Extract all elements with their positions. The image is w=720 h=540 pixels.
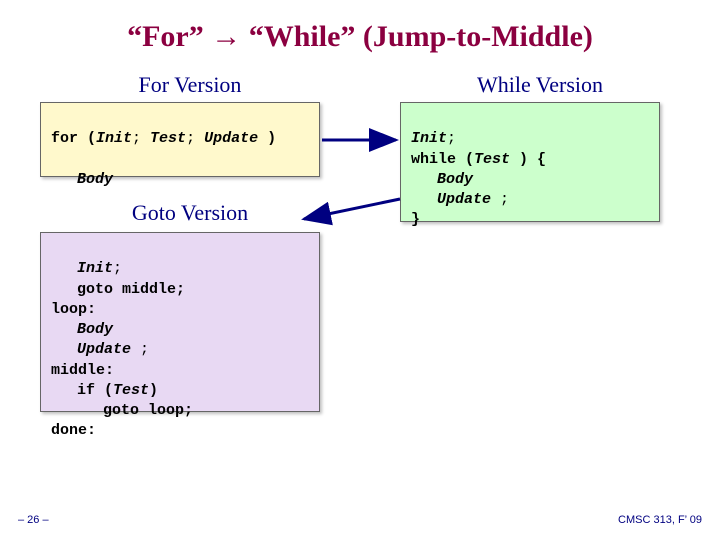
tok-test: Test [113, 382, 149, 399]
code-box-for: for (Init; Test; Update ) Body [40, 102, 320, 177]
tok-goto-loop: goto loop; [51, 401, 193, 421]
tok-body: Body [411, 170, 473, 190]
tok-goto-middle: goto middle; [51, 280, 185, 300]
tok-update: Update [437, 191, 491, 208]
code-box-while: Init; while (Test ) { Body Update ; } [400, 102, 660, 222]
footer-course-tag: CMSC 313, F’ 09 [618, 514, 702, 526]
code-box-goto: Init; goto middle; loop: Body Update ; m… [40, 232, 320, 412]
kw-while: while ( [411, 151, 474, 168]
page-title: “For” → “While” (Jump-to-Middle) [0, 20, 720, 54]
tok-test: Test [474, 151, 510, 168]
tok-body: Body [51, 170, 113, 190]
tok-update: Update [77, 341, 131, 358]
heading-while-version: While Version [410, 72, 670, 98]
tok-update: Update [204, 130, 258, 147]
arrow-while-to-goto [300, 195, 405, 225]
tok-if-close: ) [149, 382, 158, 399]
tok-semi: ; [113, 260, 122, 277]
footer-page-number: – 26 – [18, 514, 49, 526]
tok-semi: ; [447, 130, 456, 147]
tok-done-label: done: [51, 422, 96, 439]
tok-if-open: if ( [77, 382, 113, 399]
tok-brace-close: } [411, 211, 420, 228]
heading-for-version: For Version [60, 72, 320, 98]
tok-init: Init [77, 260, 113, 277]
tok-body: Body [51, 320, 113, 340]
tok-init: Init [96, 130, 132, 147]
tok-semi: ; [491, 191, 509, 208]
tok-close: ) [258, 130, 276, 147]
tok-sep: ; [132, 130, 150, 147]
heading-goto-version: Goto Version [60, 200, 320, 226]
tok-test: Test [150, 130, 186, 147]
tok-semi: ; [131, 341, 149, 358]
tok-init: Init [411, 130, 447, 147]
tok-close-brace: ) { [510, 151, 546, 168]
tok-loop-label: loop: [51, 301, 96, 318]
arrow-for-to-while [320, 130, 400, 150]
tok-sep: ; [186, 130, 204, 147]
tok-middle-label: middle: [51, 362, 114, 379]
kw-for: for ( [51, 130, 96, 147]
